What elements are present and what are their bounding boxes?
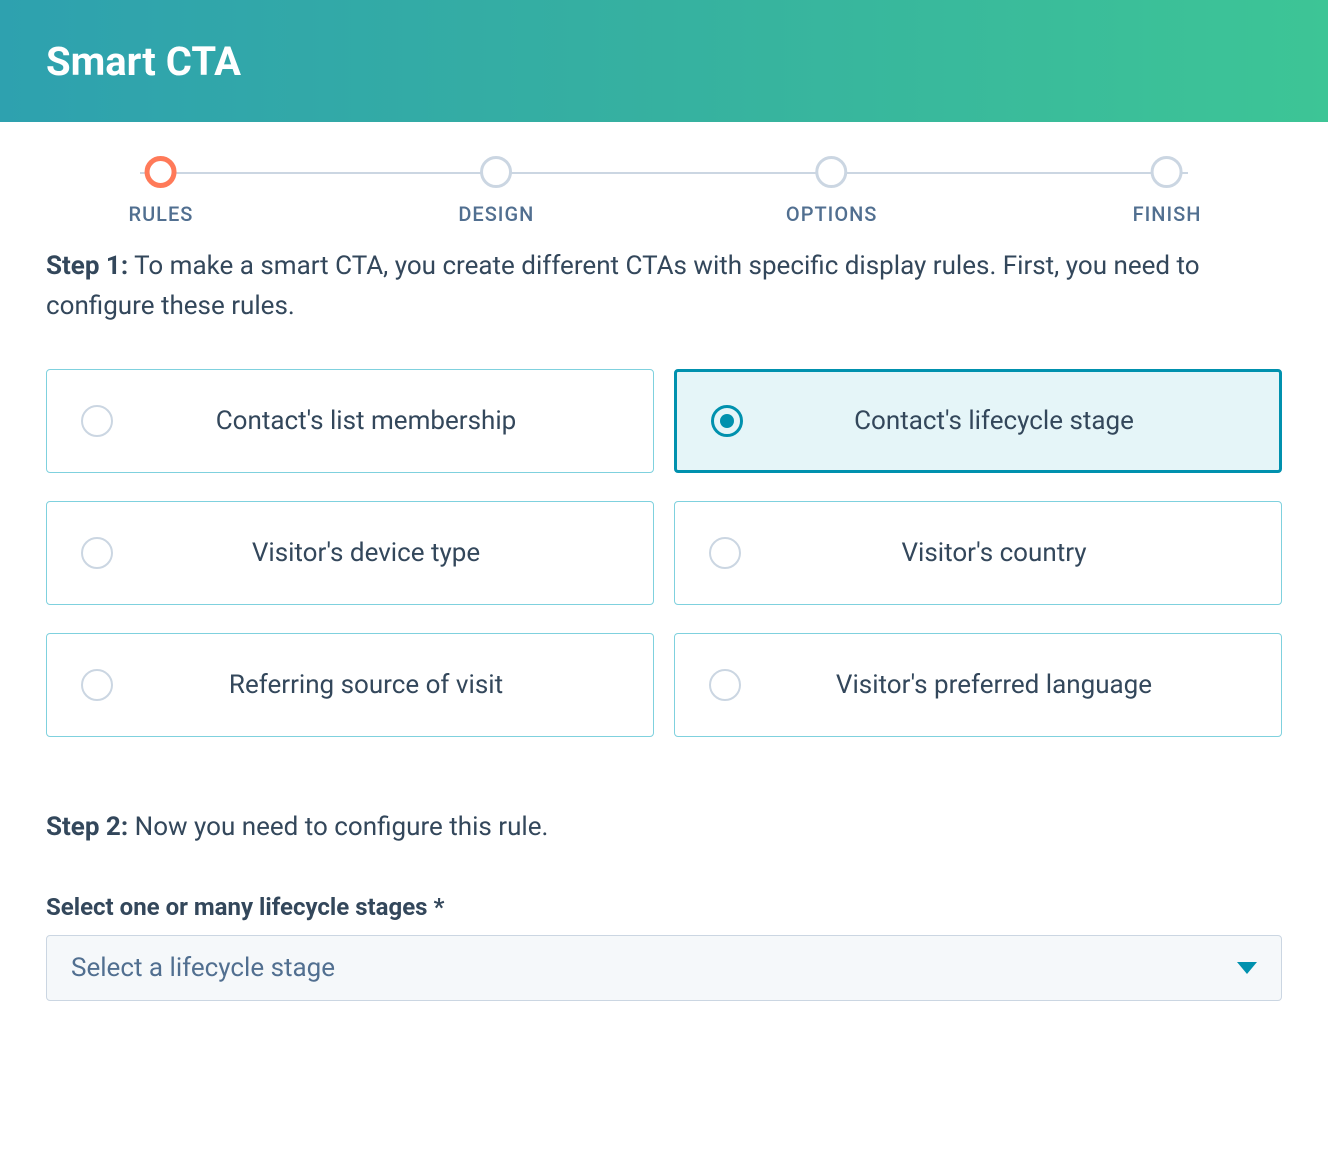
content-area: Step 1: To make a smart CTA, you create … xyxy=(0,196,1328,1001)
step-label: OPTIONS xyxy=(786,202,877,226)
radio-icon xyxy=(81,405,113,437)
rule-options-grid: Contact's list membership Contact's life… xyxy=(46,369,1282,737)
step1-prefix: Step 1: xyxy=(46,251,128,281)
step-finish[interactable]: FINISH xyxy=(1133,156,1202,226)
header-bar: Smart CTA xyxy=(0,0,1328,122)
option-visitor-preferred-language[interactable]: Visitor's preferred language xyxy=(674,633,1282,737)
option-label: Visitor's device type xyxy=(113,538,619,568)
step-options[interactable]: OPTIONS xyxy=(786,156,877,226)
option-contact-lifecycle-stage[interactable]: Contact's lifecycle stage xyxy=(674,369,1282,473)
step-label: DESIGN xyxy=(458,202,534,226)
stepper: RULES DESIGN OPTIONS FINISH xyxy=(0,122,1328,196)
option-referring-source[interactable]: Referring source of visit xyxy=(46,633,654,737)
step-circle-icon xyxy=(145,156,177,188)
option-contact-list-membership[interactable]: Contact's list membership xyxy=(46,369,654,473)
step1-instructions: Step 1: To make a smart CTA, you create … xyxy=(46,246,1282,327)
option-label: Contact's lifecycle stage xyxy=(743,406,1245,436)
option-visitor-country[interactable]: Visitor's country xyxy=(674,501,1282,605)
lifecycle-select-label: Select one or many lifecycle stages * xyxy=(46,893,1282,921)
radio-icon xyxy=(81,669,113,701)
stepper-line xyxy=(140,172,1188,174)
select-placeholder: Select a lifecycle stage xyxy=(71,953,335,983)
step2-prefix: Step 2: xyxy=(46,812,128,842)
radio-icon xyxy=(711,405,743,437)
step1-text: To make a smart CTA, you create differen… xyxy=(46,251,1200,321)
step2-text: Now you need to configure this rule. xyxy=(135,812,549,842)
step-rules[interactable]: RULES xyxy=(129,156,194,226)
radio-icon xyxy=(81,537,113,569)
step-label: FINISH xyxy=(1133,202,1202,226)
step-circle-icon xyxy=(480,156,512,188)
step-design[interactable]: DESIGN xyxy=(458,156,534,226)
radio-icon xyxy=(709,537,741,569)
radio-icon xyxy=(709,669,741,701)
option-visitor-device-type[interactable]: Visitor's device type xyxy=(46,501,654,605)
option-label: Referring source of visit xyxy=(113,670,619,700)
chevron-down-icon xyxy=(1237,962,1257,974)
step-circle-icon xyxy=(1151,156,1183,188)
lifecycle-select[interactable]: Select a lifecycle stage xyxy=(46,935,1282,1001)
option-label: Contact's list membership xyxy=(113,406,619,436)
option-label: Visitor's preferred language xyxy=(741,670,1247,700)
step2-instructions: Step 2: Now you need to configure this r… xyxy=(46,807,1282,847)
page-title: Smart CTA xyxy=(46,38,241,85)
option-label: Visitor's country xyxy=(741,538,1247,568)
step-label: RULES xyxy=(129,202,194,226)
step-circle-icon xyxy=(816,156,848,188)
